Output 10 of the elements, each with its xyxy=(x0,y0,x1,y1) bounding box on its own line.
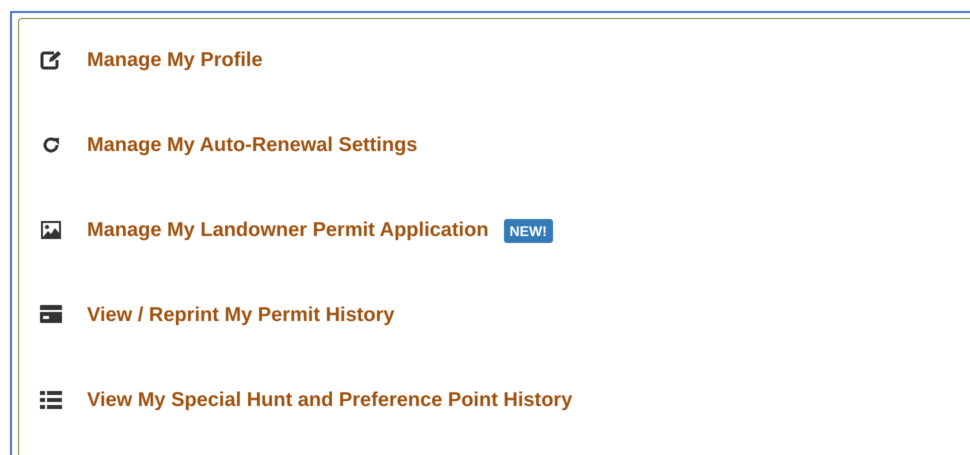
edit-icon xyxy=(40,50,62,70)
menu-link[interactable]: Manage My Landowner Permit Application xyxy=(87,216,489,244)
menu-link[interactable]: Manage My Profile xyxy=(87,46,263,74)
credit-card-icon xyxy=(40,305,62,323)
new-badge: NEW! xyxy=(504,219,553,243)
menu-link[interactable]: View / Reprint My Permit History xyxy=(87,301,394,329)
list-icon xyxy=(40,390,62,410)
menu-link[interactable]: View My Special Hunt and Preference Point History xyxy=(87,386,572,414)
image-icon xyxy=(40,220,62,240)
menu-link[interactable]: Manage My Auto-Renewal Settings xyxy=(87,131,418,159)
